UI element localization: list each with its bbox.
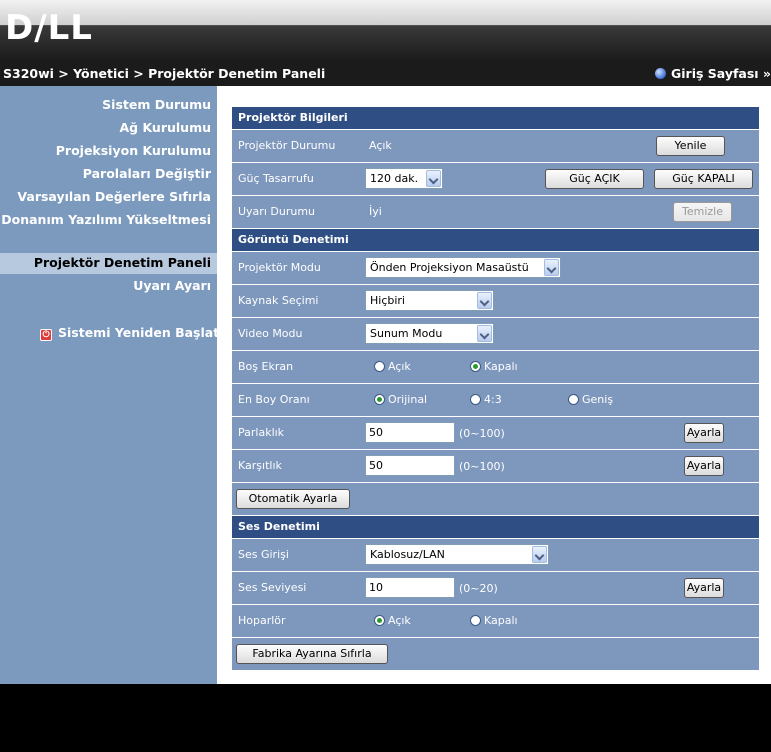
- home-link[interactable]: Giriş Sayfası »: [654, 62, 771, 86]
- section-title: Görüntü Denetimi: [238, 233, 349, 246]
- row-auto-adjust: Otomatik Ayarla: [232, 483, 759, 515]
- chevron-down-icon: [477, 292, 492, 309]
- sidebar-item-projection-setup[interactable]: Projeksiyon Kurulumu: [56, 143, 211, 158]
- row-volume: Ses Seviyesi 10 (0~20) Ayarla: [232, 572, 759, 604]
- refresh-button[interactable]: Yenile: [656, 136, 725, 156]
- sidebar-item-label: Projektör Denetim Paneli: [33, 255, 211, 270]
- source-select[interactable]: Hiçbiri: [365, 290, 494, 311]
- sidebar-item-change-passwords[interactable]: Parolaları Değiştir: [83, 166, 211, 181]
- contrast-input[interactable]: 50: [365, 455, 455, 476]
- row-warning-status: Uyarı Durumu İyi Temizle: [232, 196, 759, 228]
- speaker-label: Hoparlör: [238, 614, 286, 627]
- breadcrumb: S320wi > Yönetici > Projektör Denetim Pa…: [3, 66, 326, 81]
- sidebar-item-control-panel[interactable]: Projektör Denetim Paneli: [0, 253, 217, 274]
- contrast-set-button[interactable]: Ayarla: [684, 456, 724, 476]
- chevron-down-icon: [532, 546, 547, 563]
- aspect-ratio-label: En Boy Oranı: [238, 393, 310, 406]
- row-speaker: Hoparlör Açık Kapalı: [232, 605, 759, 637]
- section-audio-control: Ses Denetimi: [232, 516, 759, 538]
- video-mode-label: Video Modu: [238, 327, 303, 340]
- aspect-wide-radio[interactable]: Geniş: [568, 393, 613, 406]
- factory-reset-button[interactable]: Fabrika Ayarına Sıfırla: [236, 644, 388, 664]
- speaker-off-radio[interactable]: Kapalı: [470, 614, 518, 627]
- row-contrast: Karşıtlık 50 (0~100) Ayarla: [232, 450, 759, 482]
- section-title: Projektör Bilgileri: [238, 111, 348, 124]
- row-power-saving: Güç Tasarrufu 120 dak. Güç AÇIK Güç KAPA…: [232, 163, 759, 195]
- brightness-label: Parlaklık: [238, 426, 285, 439]
- row-video-mode: Video Modu Sunum Modu: [232, 318, 759, 350]
- restart-system-link[interactable]: ⏻ Sistemi Yeniden Başlat: [40, 325, 219, 341]
- section-projector-info: Projektör Bilgileri: [232, 107, 759, 129]
- globe-icon: [654, 68, 666, 79]
- auto-adjust-button[interactable]: Otomatik Ayarla: [236, 489, 350, 509]
- brightness-set-button[interactable]: Ayarla: [684, 423, 724, 443]
- row-aspect-ratio: En Boy Oranı Orijinal 4:3 Geniş: [232, 384, 759, 416]
- sidebar-item-network-setup[interactable]: Ağ Kurulumu: [119, 120, 211, 135]
- header-banner: D∕LL: [0, 0, 771, 62]
- chevron-down-icon: [477, 325, 492, 342]
- power-off-button[interactable]: Güç KAPALI: [654, 169, 753, 189]
- home-link-label: Giriş Sayfası »: [670, 66, 771, 81]
- row-brightness: Parlaklık 50 (0~100) Ayarla: [232, 417, 759, 449]
- sidebar-item-system-status[interactable]: Sistem Durumu: [102, 97, 211, 112]
- brightness-range: (0~100): [459, 427, 505, 440]
- power-saving-label: Güç Tasarrufu: [238, 172, 314, 185]
- breadcrumb-bar: S320wi > Yönetici > Projektör Denetim Pa…: [0, 62, 771, 86]
- speaker-on-radio[interactable]: Açık: [374, 614, 411, 627]
- aspect-4-3-radio[interactable]: 4:3: [470, 393, 502, 406]
- power-on-button[interactable]: Güç AÇIK: [545, 169, 644, 189]
- volume-input[interactable]: 10: [365, 577, 455, 598]
- restart-label: Sistemi Yeniden Başlat: [58, 325, 220, 340]
- row-source-select: Kaynak Seçimi Hiçbiri: [232, 285, 759, 317]
- audio-input-select[interactable]: Kablosuz/LAN: [365, 544, 549, 565]
- row-projector-status: Projektör Durumu Açık Yenile: [232, 130, 759, 162]
- contrast-label: Karşıtlık: [238, 459, 282, 472]
- sidebar: Sistem Durumu Ağ Kurulumu Projeksiyon Ku…: [0, 86, 219, 684]
- section-title: Ses Denetimi: [238, 520, 320, 533]
- clear-button[interactable]: Temizle: [673, 202, 732, 222]
- chevron-down-icon: [426, 170, 441, 187]
- blank-screen-off-radio[interactable]: Kapalı: [470, 360, 518, 373]
- source-select-label: Kaynak Seçimi: [238, 294, 319, 307]
- volume-label: Ses Seviyesi: [238, 581, 307, 594]
- sidebar-item-firmware-upgrade[interactable]: Donanım Yazılımı Yükseltmesi: [1, 212, 211, 227]
- chevron-down-icon: [544, 259, 559, 276]
- row-blank-screen: Boş Ekran Açık Kapalı: [232, 351, 759, 383]
- main-content: Projektör Bilgileri Projektör Durumu Açı…: [217, 86, 771, 684]
- row-projector-mode: Projektör Modu Önden Projeksiyon Masaüst…: [232, 252, 759, 284]
- row-audio-input: Ses Girişi Kablosuz/LAN: [232, 539, 759, 571]
- projector-mode-label: Projektör Modu: [238, 261, 321, 274]
- dell-logo: D∕LL: [5, 8, 93, 48]
- warning-status-value: İyi: [369, 205, 382, 218]
- brightness-input[interactable]: 50: [365, 422, 455, 443]
- volume-range: (0~20): [459, 582, 498, 595]
- aspect-original-radio[interactable]: Orijinal: [374, 393, 427, 406]
- row-factory-reset: Fabrika Ayarına Sıfırla: [232, 638, 759, 670]
- volume-set-button[interactable]: Ayarla: [684, 578, 724, 598]
- projector-status-label: Projektör Durumu: [238, 139, 336, 152]
- contrast-range: (0~100): [459, 460, 505, 473]
- power-saving-select[interactable]: 120 dak.: [365, 168, 443, 189]
- power-icon: ⏻: [40, 329, 52, 341]
- blank-screen-label: Boş Ekran: [238, 360, 294, 373]
- sidebar-item-reset-defaults[interactable]: Varsayılan Değerlere Sıfırla: [17, 189, 211, 204]
- video-mode-select[interactable]: Sunum Modu: [365, 323, 494, 344]
- projector-status-value: Açık: [369, 139, 392, 152]
- section-image-control: Görüntü Denetimi: [232, 229, 759, 251]
- blank-screen-on-radio[interactable]: Açık: [374, 360, 411, 373]
- warning-status-label: Uyarı Durumu: [238, 205, 315, 218]
- audio-input-label: Ses Girişi: [238, 548, 289, 561]
- projector-mode-select[interactable]: Önden Projeksiyon Masaüstü: [365, 257, 561, 278]
- sidebar-item-alert-settings[interactable]: Uyarı Ayarı: [133, 278, 211, 293]
